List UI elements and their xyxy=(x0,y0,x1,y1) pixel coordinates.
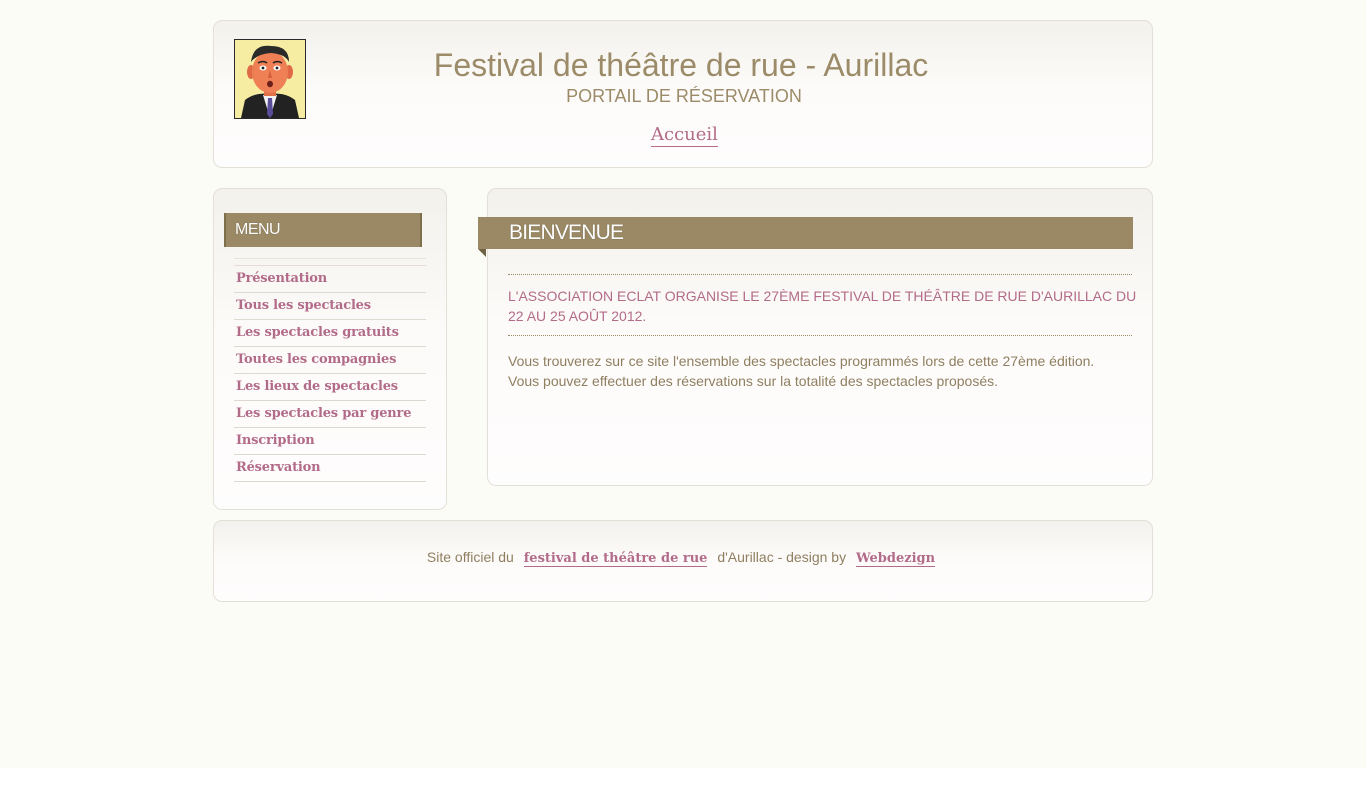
menu-item-venues: Les lieux de spectacles xyxy=(234,374,426,401)
footer-text: Site officiel du festival de théâtre de … xyxy=(214,548,1154,568)
main-content-panel: BIENVENUE L'ASSOCIATION ECLAT ORGANISE L… xyxy=(478,188,1153,486)
menu-item-presentation: Présentation xyxy=(234,266,426,293)
menu-list: Présentation Tous les spectacles Les spe… xyxy=(234,258,426,482)
home-link[interactable]: Accueil xyxy=(651,124,718,147)
site-title: Festival de théâtre de rue - Aurillac xyxy=(214,46,1154,84)
main-title-ribbon: BIENVENUE xyxy=(478,217,1133,257)
menu-item-reservation: Réservation xyxy=(234,455,426,482)
footer-festival-link[interactable]: festival de théâtre de rue xyxy=(523,551,708,567)
footer-panel: Site officiel du festival de théâtre de … xyxy=(213,520,1153,602)
intro-text: L'ASSOCIATION ECLAT ORGANISE LE 27ÈME FE… xyxy=(508,288,1137,324)
menu-link-by-genre[interactable]: Les spectacles par genre xyxy=(234,401,426,422)
divider-middle xyxy=(508,335,1132,336)
menu-link-registration[interactable]: Inscription xyxy=(234,428,426,449)
menu-link-venues[interactable]: Les lieux de spectacles xyxy=(234,374,426,395)
menu-item-companies: Toutes les compagnies xyxy=(234,347,426,374)
menu-item-registration: Inscription xyxy=(234,428,426,455)
menu-link-companies[interactable]: Toutes les compagnies xyxy=(234,347,426,368)
main-title: BIENVENUE xyxy=(509,221,624,244)
footer-middle: d'Aurillac - design by xyxy=(717,549,847,565)
menu-link-reservation[interactable]: Réservation xyxy=(234,455,426,476)
site-subtitle: PORTAIL DE RÉSERVATION xyxy=(566,86,802,106)
divider-top xyxy=(508,274,1132,275)
body-text-line2: Vous pouvez effectuer des réservations s… xyxy=(508,373,999,389)
body-text-line1: Vous trouverez sur ce site l'ensemble de… xyxy=(508,353,1095,369)
menu-link-all-shows[interactable]: Tous les spectacles xyxy=(234,293,426,314)
sidebar-panel: MENU Présentation Tous les spectacles Le… xyxy=(213,188,447,510)
body-text: Vous trouverez sur ce site l'ensemble de… xyxy=(508,351,1138,391)
header-panel: Festival de théâtre de rue - Aurillac PO… xyxy=(213,20,1153,168)
menu-title: MENU xyxy=(235,221,281,238)
menu-item-free-shows: Les spectacles gratuits xyxy=(234,320,426,347)
menu-link-free-shows[interactable]: Les spectacles gratuits xyxy=(234,320,426,341)
menu-item-by-genre: Les spectacles par genre xyxy=(234,401,426,428)
footer-designer-link[interactable]: Webdezign xyxy=(855,551,936,567)
menu-header: MENU xyxy=(224,213,422,247)
menu-item-all-shows: Tous les spectacles xyxy=(234,293,426,320)
site-title-text: Festival de théâtre de rue - Aurillac xyxy=(433,47,929,83)
menu-link-presentation[interactable]: Présentation xyxy=(234,266,426,287)
footer-prefix: Site officiel du xyxy=(426,549,514,565)
